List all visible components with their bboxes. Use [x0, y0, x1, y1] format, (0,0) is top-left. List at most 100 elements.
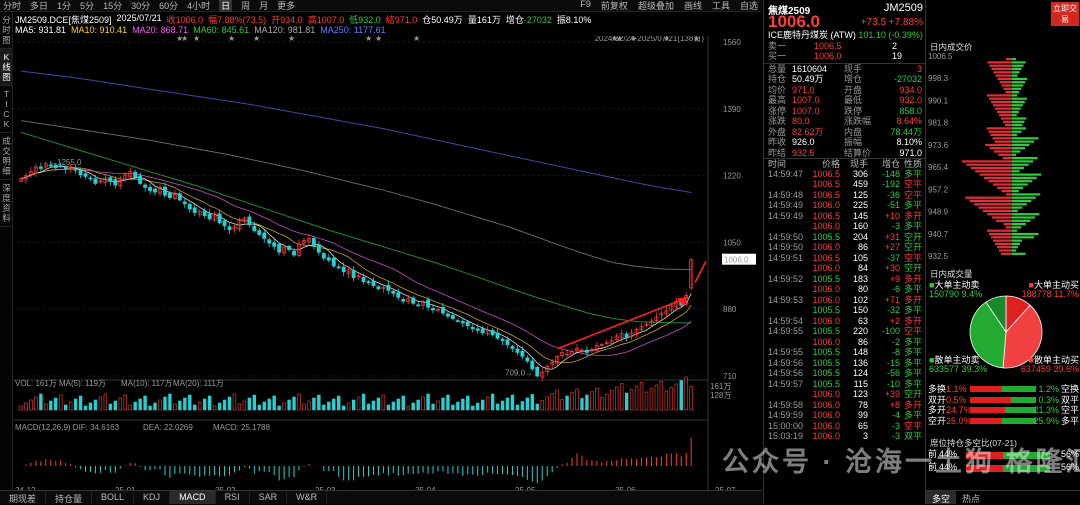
order-book: 卖一 1006.5 2 买一 1006.0 19 — [764, 41, 925, 62]
vol-bar-29 — [163, 396, 167, 411]
tool-1[interactable]: 前复权 — [601, 0, 628, 12]
vol-bar-109 — [560, 399, 564, 411]
vol-bar-119 — [610, 390, 614, 411]
period-1[interactable]: 多日 — [30, 0, 48, 12]
vol-bar-91 — [471, 405, 475, 411]
left-view-rail: 分时图K线图TICK成交明细深度资料 — [0, 12, 13, 492]
buy-bar-4 — [1012, 71, 1020, 74]
period-6[interactable]: 60分 — [159, 0, 178, 12]
sell-bar-38 — [992, 183, 1012, 186]
seat-bar-1 — [966, 465, 1050, 472]
far-tab-0[interactable]: 多空 — [926, 491, 957, 504]
tool-5[interactable]: 自选 — [740, 0, 758, 12]
vol-bar-135 — [689, 386, 693, 411]
tick-row-5: 1006.0 160 -3 多平 — [812, 221, 922, 231]
period-9[interactable]: 周 — [241, 0, 250, 12]
ma-ma120: MA120: 981.81 — [254, 25, 316, 35]
rail-item-4[interactable]: 深度资料 — [0, 180, 13, 227]
sell-bar-54 — [991, 236, 1012, 239]
vol-bar-69 — [361, 393, 366, 411]
candlestick-chart[interactable]: 15601390122010508807102024/12/24-2025/07… — [13, 36, 762, 496]
rail-item-3[interactable]: 成交明细 — [0, 133, 13, 180]
event-star-1: ★ — [181, 36, 188, 43]
period-11[interactable]: 更多 — [277, 0, 295, 12]
rail-item-2[interactable]: TICK — [0, 86, 13, 133]
ticks-list[interactable]: 14:59:47 1006.5 306 -148 多平 1006.5 459 -192 空平 14… — [764, 169, 925, 442]
sell-bar-52 — [987, 229, 1012, 232]
period-10[interactable]: 月 — [259, 0, 268, 12]
candle-body-59 — [311, 238, 316, 247]
indicator-tab-1[interactable]: 持仓量 — [46, 491, 93, 504]
candle-body-52 — [277, 244, 282, 253]
candle-body-23 — [133, 171, 138, 178]
tool-0[interactable]: F9 — [580, 0, 591, 12]
candle-body-62 — [326, 257, 331, 261]
far-tab-1[interactable]: 热点 — [956, 491, 986, 504]
buy-bar-55 — [1012, 239, 1022, 242]
vol-bar-38 — [207, 395, 212, 411]
sell-bar-45 — [978, 206, 1012, 209]
candle-body-87 — [450, 315, 455, 319]
indicator-tab-5[interactable]: RSI — [216, 491, 250, 504]
rail-item-1[interactable]: K线图 — [0, 49, 13, 86]
sell-bar-2 — [989, 64, 1012, 67]
sell-bar-15 — [995, 107, 1012, 110]
indicator-tab-7[interactable]: W&R — [287, 491, 328, 504]
period-7[interactable]: 4小时 — [187, 0, 210, 12]
buy-bar-45 — [1012, 206, 1023, 209]
tool-4[interactable]: 工具 — [712, 0, 730, 12]
sell-bar-16 — [997, 110, 1012, 113]
period-2[interactable]: 1分 — [57, 0, 71, 12]
rail-item-0[interactable]: 分时图 — [0, 12, 13, 49]
vol-bar-25 — [143, 395, 147, 411]
vol-bar-112 — [575, 388, 579, 411]
period-0[interactable]: 分时 — [3, 0, 21, 12]
vol-bar-134 — [684, 376, 688, 411]
period-4[interactable]: 15分 — [103, 0, 122, 12]
indicator-tab-3[interactable]: KDJ — [134, 491, 171, 504]
trade-now-button[interactable]: 立即交易 — [1051, 2, 1079, 26]
indicator-tab-0[interactable]: 期现差 — [0, 491, 47, 504]
period-toolbar: 分时 多日 1分 5分 15分 30分 60分 4小时日周月更多 F9 前复权 超级叠加 画线 工具 自选 — [0, 0, 762, 12]
buy-bar-46 — [1012, 209, 1018, 212]
vol-bar-102 — [525, 397, 530, 411]
period-8[interactable]: 日 — [219, 0, 233, 12]
sell-bar-20 — [1005, 124, 1012, 127]
indicator-tab-4[interactable]: MACD — [170, 491, 216, 504]
oi-row-1: 双开 0.5% 0.3% 双平 — [928, 394, 1079, 405]
tick-row-24: 15:00:00 1006.0 65 -3 空平 — [768, 420, 922, 431]
tick-row-6: 14:59:50 1005.5 204 +31 空开 — [768, 231, 922, 242]
tool-3[interactable]: 画线 — [684, 0, 702, 12]
tick-row-15: 14:59:55 1005.5 220 -100 空平 — [768, 326, 922, 336]
vol-bar-110 — [565, 395, 569, 411]
sell-bar-42 — [965, 196, 1012, 199]
candle-body-9 — [63, 166, 68, 170]
indicator-tab-6[interactable]: SAR — [250, 491, 288, 504]
period-3[interactable]: 5分 — [80, 0, 94, 12]
stat-row-3: 最高 1007.0 最低 932.0 — [768, 95, 922, 105]
candle-body-33 — [182, 201, 187, 205]
vol-bar-50 — [267, 398, 271, 411]
vol-bar-44 — [237, 403, 242, 411]
stat-row-5: 涨跌 80.0 涨跌幅 8.64% — [768, 116, 922, 126]
price-tick-4: 973.6 — [928, 141, 949, 150]
candle-body-41 — [222, 220, 227, 227]
tool-2[interactable]: 超级叠加 — [638, 0, 674, 12]
y-tick-1: 1390 — [723, 105, 741, 114]
vol-bar-67 — [351, 399, 356, 411]
vol-bar-8 — [59, 394, 63, 411]
buy-bar-8 — [1012, 84, 1024, 87]
candle-body-25 — [143, 184, 148, 188]
candle-body-51 — [272, 242, 277, 247]
low-annotation: 709.0→ — [505, 368, 533, 377]
tick-row-17: 14:59:55 1005.5 148 -8 多平 — [768, 347, 922, 357]
sell-bar-39 — [997, 186, 1012, 189]
vol-bar-93 — [480, 399, 485, 411]
sell-bar-56 — [995, 242, 1012, 245]
indicator-tab-2[interactable]: BOLL — [92, 491, 135, 504]
candle-body-63 — [331, 257, 336, 267]
period-5[interactable]: 30分 — [131, 0, 150, 12]
sell-bar-9 — [1003, 87, 1012, 90]
vol-bar-22 — [128, 404, 132, 411]
candle-body-24 — [138, 175, 143, 184]
